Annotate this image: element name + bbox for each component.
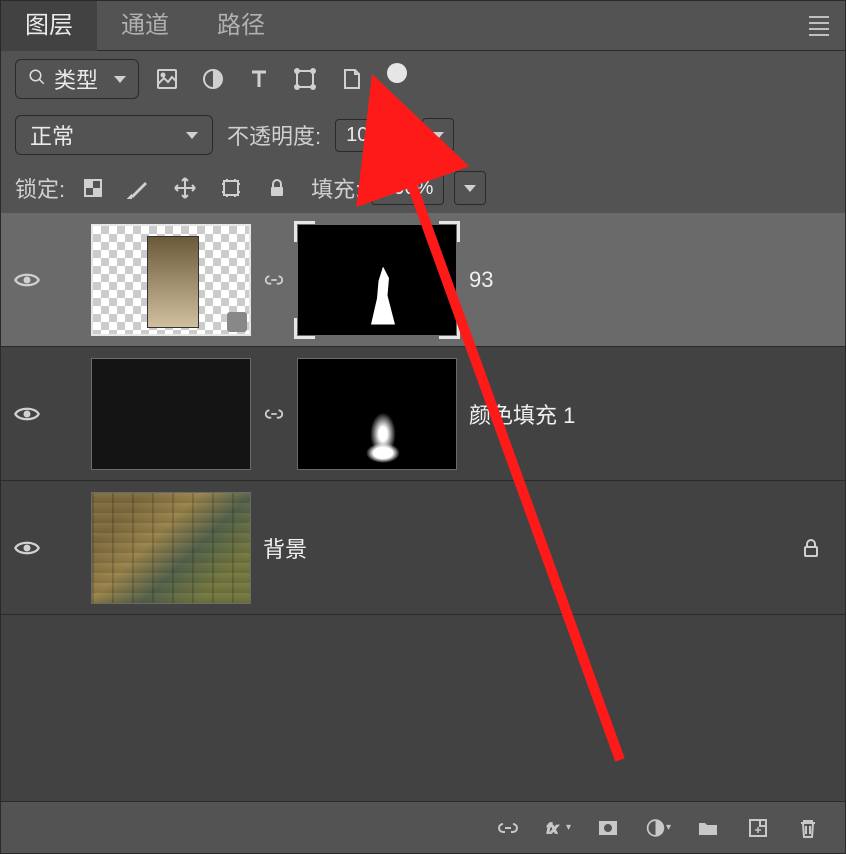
image-filter-icon[interactable] (149, 61, 185, 97)
tab-layers[interactable]: 图层 (1, 1, 97, 51)
svg-text:fx: fx (547, 820, 559, 836)
layer-name[interactable]: 颜色填充 1 (469, 398, 823, 430)
blend-row: 正常 不透明度: 100% (1, 107, 845, 163)
visibility-icon[interactable] (13, 266, 41, 294)
chevron-down-icon (114, 76, 126, 83)
layer-thumbnail[interactable] (91, 358, 251, 470)
link-icon[interactable] (263, 269, 285, 291)
adjustment-layer-icon[interactable]: ▾ (645, 815, 671, 841)
filter-type-label: 类型 (54, 63, 98, 95)
text-filter-icon[interactable] (241, 61, 277, 97)
fx-icon[interactable]: fx▾ (545, 815, 571, 841)
layer-item[interactable]: 背景 (1, 481, 845, 615)
adjustment-filter-icon[interactable] (195, 61, 231, 97)
fill-dropdown[interactable] (454, 171, 486, 205)
lock-label: 锁定: (15, 172, 65, 204)
layer-list: 93 颜色填充 1 背景 (1, 213, 845, 801)
delete-layer-icon[interactable] (795, 815, 821, 841)
blend-mode-select[interactable]: 正常 (15, 115, 213, 155)
layer-mask-thumbnail[interactable] (297, 224, 457, 336)
link-icon[interactable] (263, 403, 285, 425)
bottom-toolbar: fx▾ ▾ (1, 801, 845, 853)
fill-value[interactable]: 100% (371, 172, 444, 205)
layer-thumbnail[interactable] (91, 492, 251, 604)
search-icon (28, 68, 46, 91)
layer-name[interactable]: 背景 (263, 532, 787, 564)
tab-channels[interactable]: 通道 (97, 1, 193, 51)
chevron-down-icon (464, 185, 476, 192)
layer-thumbnail[interactable] (91, 224, 251, 336)
lock-artboard-icon[interactable] (213, 170, 249, 206)
layer-name[interactable]: 93 (469, 267, 823, 293)
tab-paths[interactable]: 路径 (193, 1, 289, 51)
layer-mask-thumbnail[interactable] (297, 358, 457, 470)
add-mask-icon[interactable] (595, 815, 621, 841)
filter-toggle[interactable] (387, 63, 407, 83)
chevron-down-icon (432, 132, 444, 139)
lock-icon[interactable] (799, 536, 823, 560)
lock-position-icon[interactable] (167, 170, 203, 206)
lock-row: 锁定: 填充: 100% (1, 163, 845, 213)
layers-panel: 图层 通道 路径 类型 正常 (0, 0, 846, 854)
opacity-dropdown[interactable] (422, 118, 454, 152)
panel-menu-icon[interactable] (809, 16, 829, 36)
new-group-icon[interactable] (695, 815, 721, 841)
new-layer-icon[interactable] (745, 815, 771, 841)
panel-tabs: 图层 通道 路径 (1, 1, 845, 51)
lock-all-icon[interactable] (259, 170, 295, 206)
filter-row: 类型 (1, 51, 845, 107)
opacity-label: 不透明度: (227, 119, 321, 151)
lock-transparency-icon[interactable] (75, 170, 111, 206)
link-layers-icon[interactable] (495, 815, 521, 841)
chevron-down-icon (186, 132, 198, 139)
layer-item[interactable]: 颜色填充 1 (1, 347, 845, 481)
opacity-value[interactable]: 100% (335, 119, 408, 152)
blend-mode-label: 正常 (30, 119, 74, 151)
visibility-icon[interactable] (13, 534, 41, 562)
smartobject-filter-icon[interactable] (333, 61, 369, 97)
shape-filter-icon[interactable] (287, 61, 323, 97)
fill-label: 填充: (311, 172, 361, 204)
lock-paint-icon[interactable] (121, 170, 157, 206)
layer-item[interactable]: 93 (1, 213, 845, 347)
visibility-icon[interactable] (13, 400, 41, 428)
filter-type-select[interactable]: 类型 (15, 59, 139, 99)
